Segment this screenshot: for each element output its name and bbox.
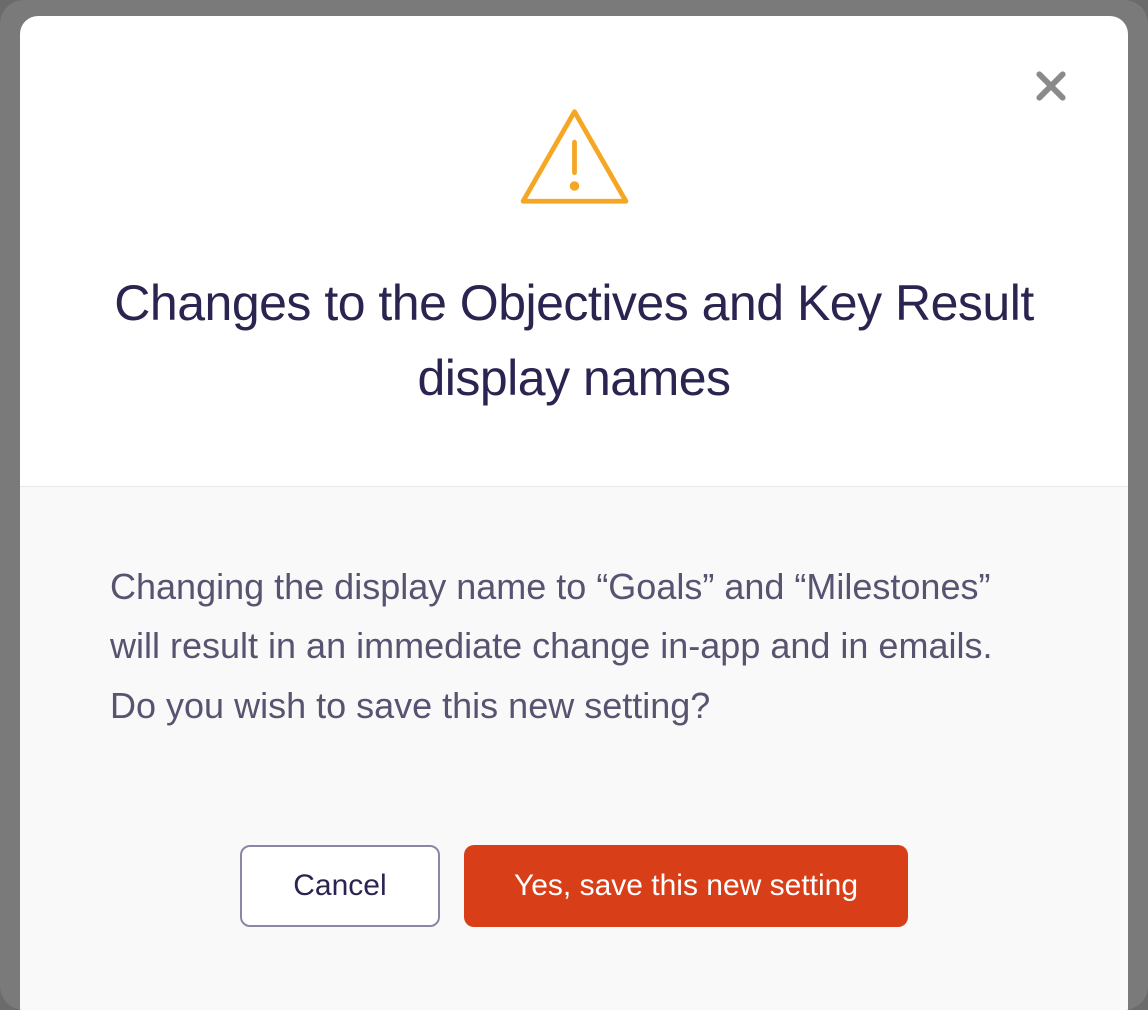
modal-backdrop: Changes to the Objectives and Key Result… [0, 0, 1148, 1010]
confirm-button[interactable]: Yes, save this new setting [464, 845, 908, 927]
modal-message: Changing the display name to “Goals” and… [110, 557, 1038, 735]
warning-icon [90, 106, 1058, 206]
modal-body: Changing the display name to “Goals” and… [20, 487, 1128, 1010]
modal-title: Changes to the Objectives and Key Result… [90, 266, 1058, 416]
close-button[interactable] [1029, 64, 1073, 108]
confirmation-modal: Changes to the Objectives and Key Result… [20, 16, 1128, 1010]
close-icon [1031, 66, 1071, 106]
modal-header: Changes to the Objectives and Key Result… [20, 16, 1128, 487]
cancel-button[interactable]: Cancel [240, 845, 440, 927]
modal-footer: Cancel Yes, save this new setting [110, 845, 1038, 927]
